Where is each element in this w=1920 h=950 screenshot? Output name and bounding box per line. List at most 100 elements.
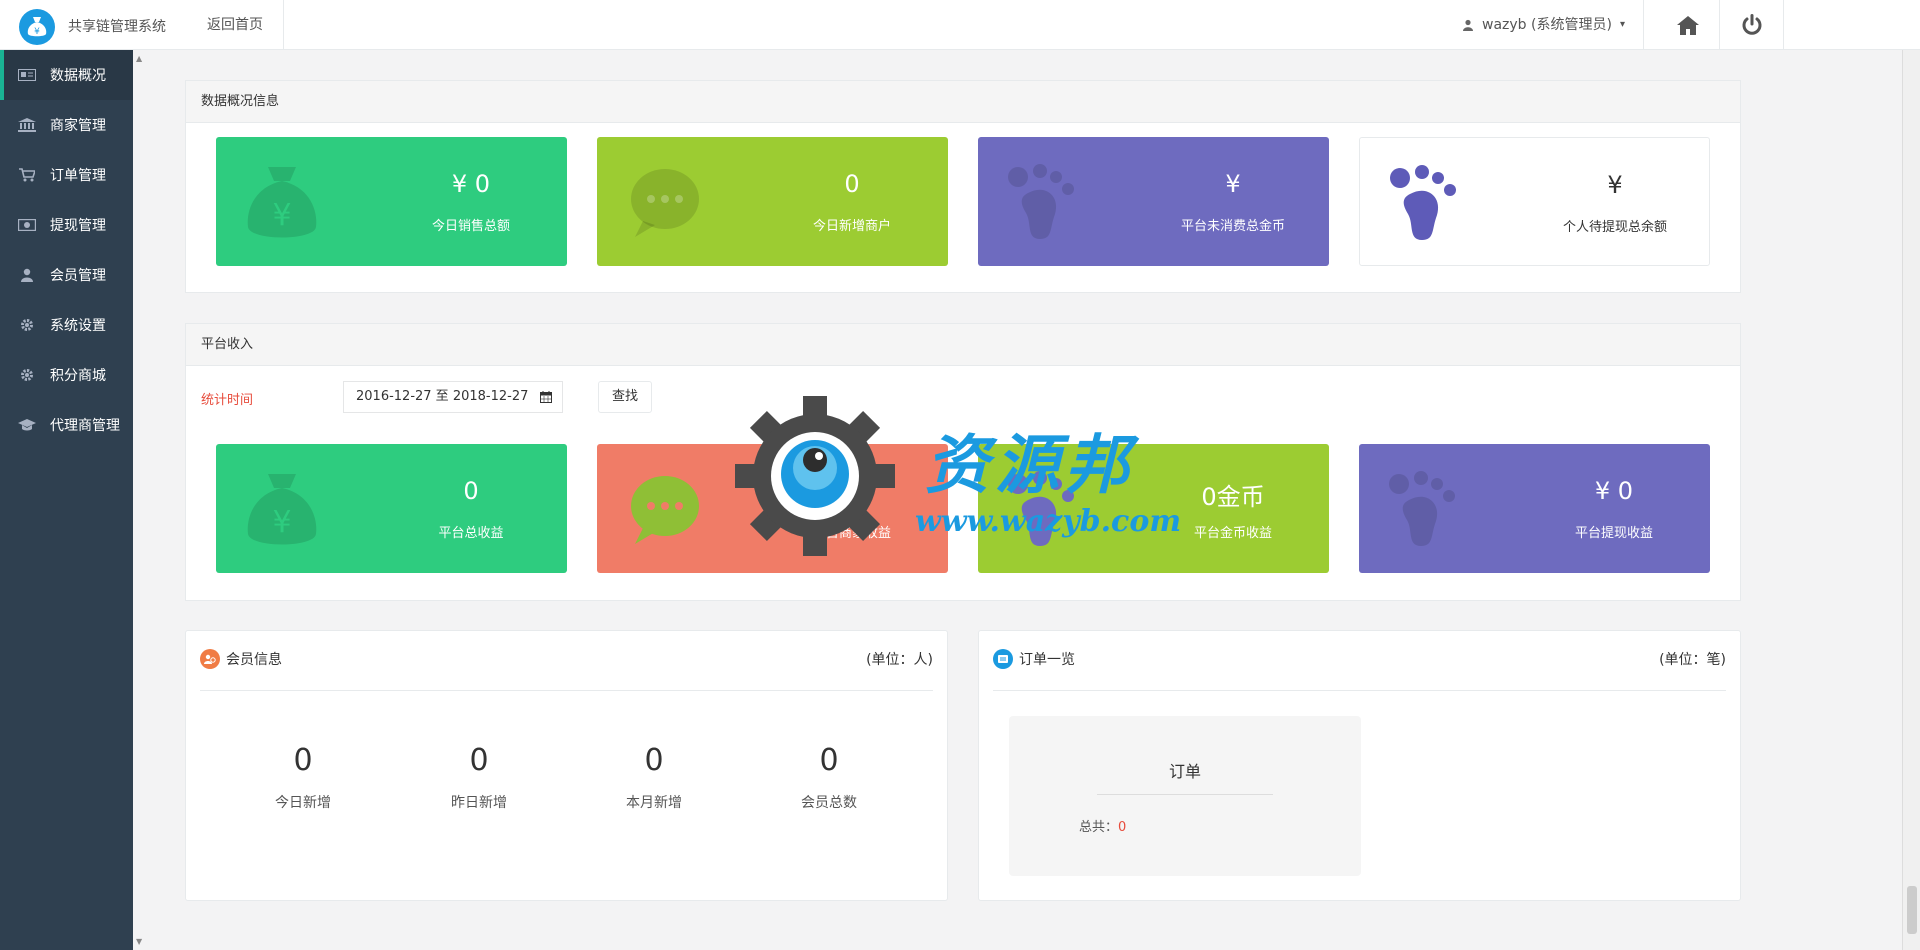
stat-card-withdraw-income: ¥ 0 平台提现收益 [1359, 444, 1710, 573]
stat-caption: 平台未消费总金币 [1180, 219, 1285, 234]
page-scrollbar[interactable] [1902, 50, 1920, 950]
home-icon [1676, 16, 1699, 35]
sidebar-item-merchants[interactable]: 商家管理 [0, 100, 133, 150]
member-stat-total: 0 会员总数 [769, 743, 889, 812]
power-icon [1742, 14, 1761, 35]
stat-value: 0 [844, 170, 860, 198]
member-stat-month: 0 本月新增 [594, 743, 714, 812]
sidebar-item-label: 数据概况 [50, 68, 106, 84]
money-bag-icon: ¥ [247, 167, 317, 238]
card-title: 订单一览 [993, 649, 1075, 669]
sidebar-item-points-mall[interactable]: 积分商城 [0, 350, 133, 400]
chat-bubble-icon [631, 169, 699, 237]
stat-number: 0 [644, 743, 664, 778]
money-icon [16, 218, 38, 232]
income-panel: 平台收入 统计时间 2016-12-27 至 2018-12-27 查找 ¥ 0… [185, 323, 1741, 601]
scrollbar-thumb[interactable] [1907, 886, 1917, 934]
order-total: 总共：0 [1079, 816, 1126, 835]
logout-button[interactable] [1720, 0, 1784, 50]
top-navbar: ¥ 共享链管理系统 返回首页 wazyb (系统管理员) ▾ [0, 0, 1920, 50]
sidebar-scrollbar[interactable]: ▲ ▼ [133, 50, 148, 950]
stat-number: 0 [469, 743, 489, 778]
divider [200, 690, 933, 691]
calendar-icon [540, 391, 552, 403]
bank-icon [16, 118, 38, 132]
paw-icon [1008, 471, 1074, 546]
sidebar: 数据概况 商家管理 订单管理 提现管理 会员管理 系统设置 积分商城 代理商管理 [0, 50, 133, 950]
sidebar-item-withdraw[interactable]: 提现管理 [0, 200, 133, 250]
scroll-up-icon[interactable]: ▲ [136, 54, 142, 63]
user-dropdown[interactable]: wazyb (系统管理员) ▾ [1462, 0, 1644, 50]
stat-value: ¥ 0 [451, 170, 491, 198]
date-range-input[interactable]: 2016-12-27 至 2018-12-27 [343, 381, 563, 413]
members-icon [200, 649, 220, 669]
order-summary-box: 订单 总共：0 [1009, 716, 1361, 876]
order-list-icon [993, 649, 1013, 669]
stat-caption: 平台金币收益 [1193, 526, 1272, 541]
card-title: 会员信息 [200, 649, 282, 669]
stat-caption: 平台提现收益 [1574, 526, 1653, 541]
newspaper-icon [16, 68, 38, 82]
sidebar-item-members[interactable]: 会员管理 [0, 250, 133, 300]
sidebar-item-label: 商家管理 [50, 118, 106, 134]
stat-caption: 个人待提现总余额 [1562, 220, 1667, 235]
gear-icon [16, 368, 38, 382]
stat-value: ¥ [1225, 170, 1241, 198]
svg-text:¥: ¥ [272, 198, 291, 233]
panel-title: 数据概况信息 [186, 81, 1740, 123]
order-overview-card: 订单一览 (单位：笔) 订单 总共：0 [978, 630, 1741, 901]
sidebar-item-orders[interactable]: 订单管理 [0, 150, 133, 200]
stat-number: 0 [819, 743, 839, 778]
svg-text:¥: ¥ [34, 27, 40, 37]
stat-card-pending-withdraw: ¥ 个人待提现总余额 [1359, 137, 1710, 266]
home-button[interactable] [1656, 0, 1720, 50]
stat-value: ¥ [1607, 171, 1623, 199]
stat-card-today-merchants: 0 今日新增商户 [597, 137, 948, 266]
order-box-title: 订单 [1168, 762, 1201, 781]
divider [1097, 794, 1273, 795]
brand-title: 共享链管理系统 [68, 19, 166, 35]
sidebar-item-settings[interactable]: 系统设置 [0, 300, 133, 350]
find-button[interactable]: 查找 [598, 381, 652, 413]
stat-caption: 今日销售总额 [431, 219, 510, 234]
logo-icon[interactable]: ¥ [19, 9, 55, 45]
stat-number: 0 [293, 743, 313, 778]
sidebar-item-agents[interactable]: 代理商管理 [0, 400, 133, 450]
paw-icon [1389, 471, 1455, 546]
divider [993, 690, 1726, 691]
stat-label: 今日新增 [275, 795, 331, 811]
user-icon [1463, 19, 1473, 31]
stat-value: ¥ 0 [1594, 477, 1634, 505]
stat-value: 0 [463, 477, 479, 505]
back-home-link[interactable]: 返回首页 [187, 0, 284, 50]
date-filter-row: 统计时间 2016-12-27 至 2018-12-27 查找 [186, 366, 1742, 430]
scroll-down-icon[interactable]: ▼ [136, 937, 142, 946]
member-info-card: 会员信息 (单位：人) 0 今日新增 0 昨日新增 0 本月新增 0 会员总数 [185, 630, 948, 901]
stat-card-unspent-coins: ¥ 平台未消费总金币 [978, 137, 1329, 266]
sidebar-item-label: 代理商管理 [50, 418, 120, 434]
date-range-value: 2016-12-27 至 2018-12-27 [356, 389, 529, 404]
svg-text:¥: ¥ [272, 505, 291, 540]
chat-bubble-icon [631, 476, 699, 544]
order-unit: (单位：笔) [1659, 652, 1726, 668]
sidebar-item-label: 系统设置 [50, 318, 106, 334]
stat-caption: 平台总收益 [438, 526, 504, 541]
graduation-cap-icon [16, 418, 38, 432]
stat-label: 昨日新增 [451, 795, 507, 811]
sidebar-item-overview[interactable]: 数据概况 [0, 50, 133, 100]
overview-panel: 数据概况信息 ¥ ¥ 0 今日销售总额 0 今日新增商户 ¥ 平台未消费总金币 … [185, 80, 1741, 293]
sidebar-item-label: 提现管理 [50, 218, 106, 234]
member-title: 会员信息 [226, 652, 282, 668]
member-stat-yesterday: 0 昨日新增 [419, 743, 539, 812]
user-icon [16, 268, 38, 282]
time-label: 统计时间 [201, 393, 254, 408]
order-total-label: 总共： [1079, 820, 1119, 835]
stat-card-today-sales: ¥ ¥ 0 今日销售总额 [216, 137, 567, 266]
stat-card-coin-income: 0金币 平台金币收益 [978, 444, 1329, 573]
caret-down-icon: ▾ [1619, 19, 1625, 30]
money-bag-icon: ¥ [247, 474, 317, 545]
sidebar-item-label: 会员管理 [50, 268, 106, 284]
stat-value: 0金币 [1201, 483, 1265, 511]
order-total-value: 0 [1118, 820, 1127, 835]
sidebar-item-label: 积分商城 [50, 368, 106, 384]
